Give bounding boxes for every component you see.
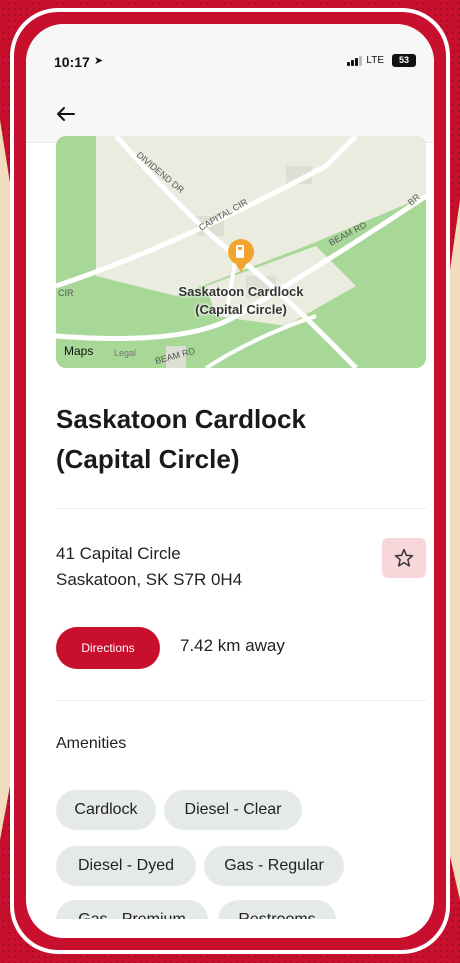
location-title-line2: (Capital Circle): [56, 444, 240, 474]
phone-frame: 10:17 ➤ LTE 53 DIVIDEND DR CAPITAL CIR B…: [10, 8, 450, 954]
maps-brand-text: Maps: [64, 344, 94, 358]
signal-icon: [347, 56, 362, 66]
arrow-left-icon[interactable]: [52, 100, 80, 128]
map-pin-label-line1: Saskatoon Cardlock: [178, 284, 304, 299]
network-type: LTE: [366, 55, 384, 66]
nav-bar: [26, 88, 434, 143]
amenity-chip: Cardlock: [56, 790, 156, 830]
distance-text: 7.42 km away: [180, 636, 285, 655]
bottom-safe-area: [26, 919, 434, 938]
map-canvas: DIVIDEND DR CAPITAL CIR BEAM RD BEAM RD …: [56, 136, 426, 368]
directions-button[interactable]: Directions: [56, 627, 160, 669]
divider: [56, 700, 426, 701]
favorite-button[interactable]: [382, 538, 426, 578]
status-bar: 10:17 ➤ LTE 53: [26, 24, 434, 88]
amenity-chip: Gas - Regular: [204, 846, 344, 886]
app-screen: 10:17 ➤ LTE 53 DIVIDEND DR CAPITAL CIR B…: [26, 24, 434, 938]
battery-icon: 53: [392, 54, 416, 67]
map-pin-label-line2: (Capital Circle): [195, 302, 287, 317]
address-line1: 41 Capital Circle: [56, 544, 181, 563]
status-time: 10:17: [54, 54, 90, 70]
divider: [56, 508, 426, 509]
map-legal-link[interactable]: Legal: [114, 348, 136, 358]
star-outline-icon: [394, 548, 414, 567]
location-arrow-icon: ➤: [94, 55, 104, 67]
amenities-heading: Amenities: [56, 735, 127, 752]
amenity-chip: Diesel - Dyed: [56, 846, 196, 886]
location-title-line1: Saskatoon Cardlock: [56, 404, 306, 434]
location-title: Saskatoon Cardlock (Capital Circle): [56, 399, 406, 479]
address-line2: Saskatoon, SK S7R 0H4: [56, 570, 243, 589]
amenity-chip: Diesel - Clear: [164, 790, 302, 830]
location-map[interactable]: DIVIDEND DR CAPITAL CIR BEAM RD BEAM RD …: [56, 136, 426, 368]
apple-maps-logo: Maps: [64, 344, 93, 358]
location-address: 41 Capital Circle Saskatoon, SK S7R 0H4: [56, 541, 242, 593]
